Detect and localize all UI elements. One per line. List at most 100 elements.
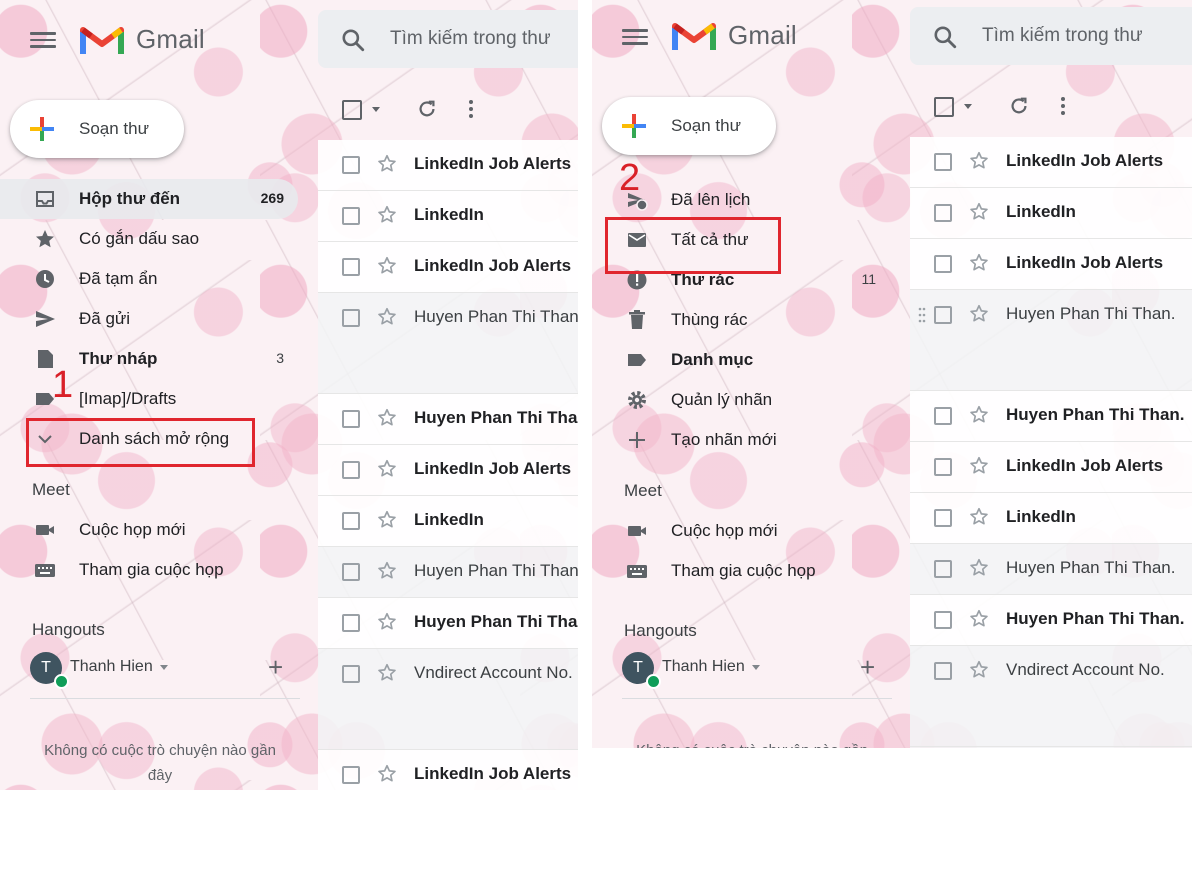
star-toggle-icon[interactable] xyxy=(968,150,990,172)
row-checkbox[interactable] xyxy=(342,156,360,174)
row-checkbox[interactable] xyxy=(934,662,952,680)
email-row[interactable]: LinkedIn Job Alerts xyxy=(318,445,578,496)
star-toggle-icon[interactable] xyxy=(968,659,990,681)
row-checkbox[interactable] xyxy=(934,458,952,476)
search-input[interactable]: Tìm kiếm trong thư xyxy=(390,28,551,50)
star-toggle-icon[interactable] xyxy=(376,763,398,785)
email-row[interactable]: LinkedIn Job Alerts xyxy=(910,137,1192,188)
star-toggle-icon[interactable] xyxy=(376,560,398,582)
row-checkbox[interactable] xyxy=(342,614,360,632)
gmail-logo[interactable]: Gmail xyxy=(672,18,797,52)
email-row[interactable]: LinkedIn xyxy=(318,496,578,547)
sidebar-item-danh-muc[interactable]: Danh mục xyxy=(592,340,890,380)
row-checkbox[interactable] xyxy=(934,255,952,273)
star-toggle-icon[interactable] xyxy=(376,458,398,480)
sidebar-item-da-gui[interactable]: Đã gửi xyxy=(0,299,298,339)
email-row[interactable]: LinkedIn xyxy=(318,191,578,242)
compose-button[interactable]: Soạn thư xyxy=(10,100,184,158)
sidebar-item-tham-gia-cuoc-hop[interactable]: Tham gia cuộc họp xyxy=(0,550,298,590)
more-options-icon[interactable] xyxy=(468,98,474,120)
email-row[interactable]: LinkedIn Job Alerts xyxy=(910,239,1192,290)
sidebar-item-quan-ly-nhan[interactable]: Quản lý nhãn xyxy=(592,380,890,420)
star-toggle-icon[interactable] xyxy=(968,557,990,579)
star-toggle-icon[interactable] xyxy=(968,455,990,477)
star-toggle-icon[interactable] xyxy=(968,201,990,223)
email-row[interactable]: Huyen Phan Thi Thanh xyxy=(318,547,578,598)
row-checkbox[interactable] xyxy=(342,410,360,428)
sidebar-item-da-tam-an[interactable]: Đã tạm ẩn xyxy=(0,259,298,299)
row-checkbox[interactable] xyxy=(934,306,952,324)
email-row[interactable]: Huyen Phan Thi Thanh xyxy=(318,293,578,394)
row-checkbox[interactable] xyxy=(934,153,952,171)
star-toggle-icon[interactable] xyxy=(376,662,398,684)
search-bar[interactable]: Tìm kiếm trong thư xyxy=(318,10,578,68)
gmail-logo[interactable]: Gmail xyxy=(80,22,205,56)
row-checkbox[interactable] xyxy=(934,509,952,527)
email-row[interactable]: Huyen Phan Thi Than. xyxy=(910,595,1192,646)
email-row[interactable]: LinkedIn xyxy=(910,188,1192,239)
row-checkbox[interactable] xyxy=(342,309,360,327)
row-checkbox[interactable] xyxy=(934,204,952,222)
star-toggle-icon[interactable] xyxy=(376,509,398,531)
row-checkbox[interactable] xyxy=(934,560,952,578)
refresh-icon[interactable] xyxy=(1008,95,1030,117)
star-toggle-icon[interactable] xyxy=(968,252,990,274)
email-row[interactable]: Huyen Phan Thi Thanh xyxy=(318,394,578,445)
more-options-icon[interactable] xyxy=(1060,95,1066,117)
search-input[interactable]: Tìm kiếm trong thư xyxy=(982,25,1143,47)
select-all-checkbox[interactable] xyxy=(342,100,362,120)
star-toggle-icon[interactable] xyxy=(376,407,398,429)
email-row[interactable]: Vndirect Account No. xyxy=(318,649,578,750)
drag-handle-icon[interactable] xyxy=(918,306,926,324)
row-checkbox[interactable] xyxy=(342,258,360,276)
row-checkbox[interactable] xyxy=(934,611,952,629)
star-toggle-icon[interactable] xyxy=(968,608,990,630)
main-menu-icon[interactable] xyxy=(622,25,648,47)
search-icon[interactable] xyxy=(932,24,958,50)
sidebar-item-hop-thu-den[interactable]: Hộp thư đến 269 xyxy=(0,179,298,219)
row-checkbox[interactable] xyxy=(342,512,360,530)
email-row[interactable]: Vndirect Account No. xyxy=(910,646,1192,747)
compose-button[interactable]: Soạn thư xyxy=(602,97,776,155)
email-row[interactable]: LinkedIn xyxy=(910,493,1192,544)
row-checkbox[interactable] xyxy=(342,461,360,479)
sidebar-item-cuoc-hop-moi[interactable]: Cuộc họp mới xyxy=(0,510,298,550)
email-row[interactable]: LinkedIn Job Alerts xyxy=(318,242,578,293)
sidebar-item-thung-rac[interactable]: Thùng rác xyxy=(592,300,890,340)
search-bar[interactable]: Tìm kiếm trong thư xyxy=(910,7,1192,65)
star-toggle-icon[interactable] xyxy=(376,306,398,328)
sidebar-item-tham-gia-cuoc-hop[interactable]: Tham gia cuộc họp xyxy=(592,551,890,591)
star-toggle-icon[interactable] xyxy=(376,204,398,226)
sidebar-item-thu-nhap[interactable]: Thư nháp 3 xyxy=(0,339,298,379)
email-row[interactable]: LinkedIn Job Alerts xyxy=(910,442,1192,493)
row-checkbox[interactable] xyxy=(342,563,360,581)
row-checkbox[interactable] xyxy=(934,407,952,425)
email-row[interactable]: LinkedIn Job Alerts xyxy=(318,750,578,790)
caret-down-icon[interactable] xyxy=(160,665,168,670)
main-menu-icon[interactable] xyxy=(30,28,56,50)
email-row[interactable]: LinkedIn Job Alerts xyxy=(318,140,578,191)
star-toggle-icon[interactable] xyxy=(376,611,398,633)
search-icon[interactable] xyxy=(340,27,366,53)
sidebar-item-cuoc-hop-moi[interactable]: Cuộc họp mới xyxy=(592,511,890,551)
sidebar-item-imap-drafts[interactable]: [Imap]/Drafts xyxy=(0,379,298,419)
caret-down-icon[interactable] xyxy=(752,665,760,670)
star-toggle-icon[interactable] xyxy=(376,255,398,277)
add-conversation-icon[interactable]: + xyxy=(268,652,283,683)
select-all-checkbox[interactable] xyxy=(934,97,954,117)
add-conversation-icon[interactable]: + xyxy=(860,652,875,683)
star-toggle-icon[interactable] xyxy=(968,404,990,426)
sidebar-item-tao-nhan-moi[interactable]: Tạo nhãn mới xyxy=(592,420,890,460)
row-checkbox[interactable] xyxy=(342,665,360,683)
star-toggle-icon[interactable] xyxy=(968,303,990,325)
row-checkbox[interactable] xyxy=(342,766,360,784)
star-toggle-icon[interactable] xyxy=(968,506,990,528)
email-row[interactable]: Huyen Phan Thi Than. xyxy=(910,290,1192,391)
email-row[interactable]: Huyen Phan Thi Than. xyxy=(910,544,1192,595)
row-checkbox[interactable] xyxy=(342,207,360,225)
star-toggle-icon[interactable] xyxy=(376,153,398,175)
hangouts-user[interactable]: T Thanh Hien + xyxy=(30,652,310,692)
email-row[interactable] xyxy=(910,747,1192,748)
sidebar-item-co-gan-dau-sao[interactable]: Có gắn dấu sao xyxy=(0,219,298,259)
email-row[interactable]: Huyen Phan Thi Thanh xyxy=(318,598,578,649)
